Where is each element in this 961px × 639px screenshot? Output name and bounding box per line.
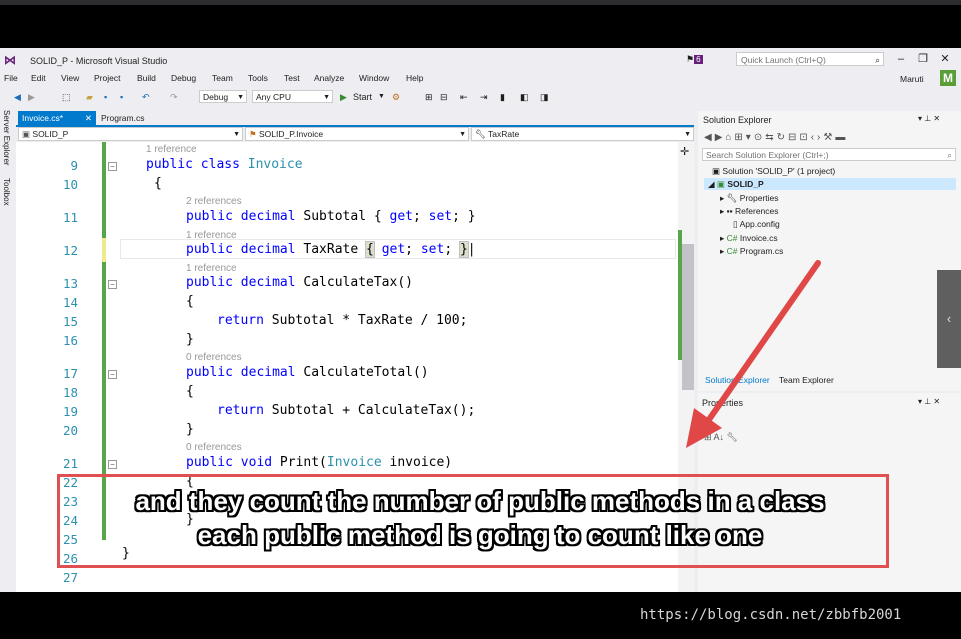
subtitle-line-1: and they count the number of public meth… (135, 486, 825, 516)
subtitle-line-2: each public method is going to count lik… (197, 520, 763, 550)
watermark: https://blog.csdn.net/zbbfb2001 (640, 607, 902, 623)
arrow-head (686, 408, 722, 448)
arrow-shaft (705, 260, 821, 424)
